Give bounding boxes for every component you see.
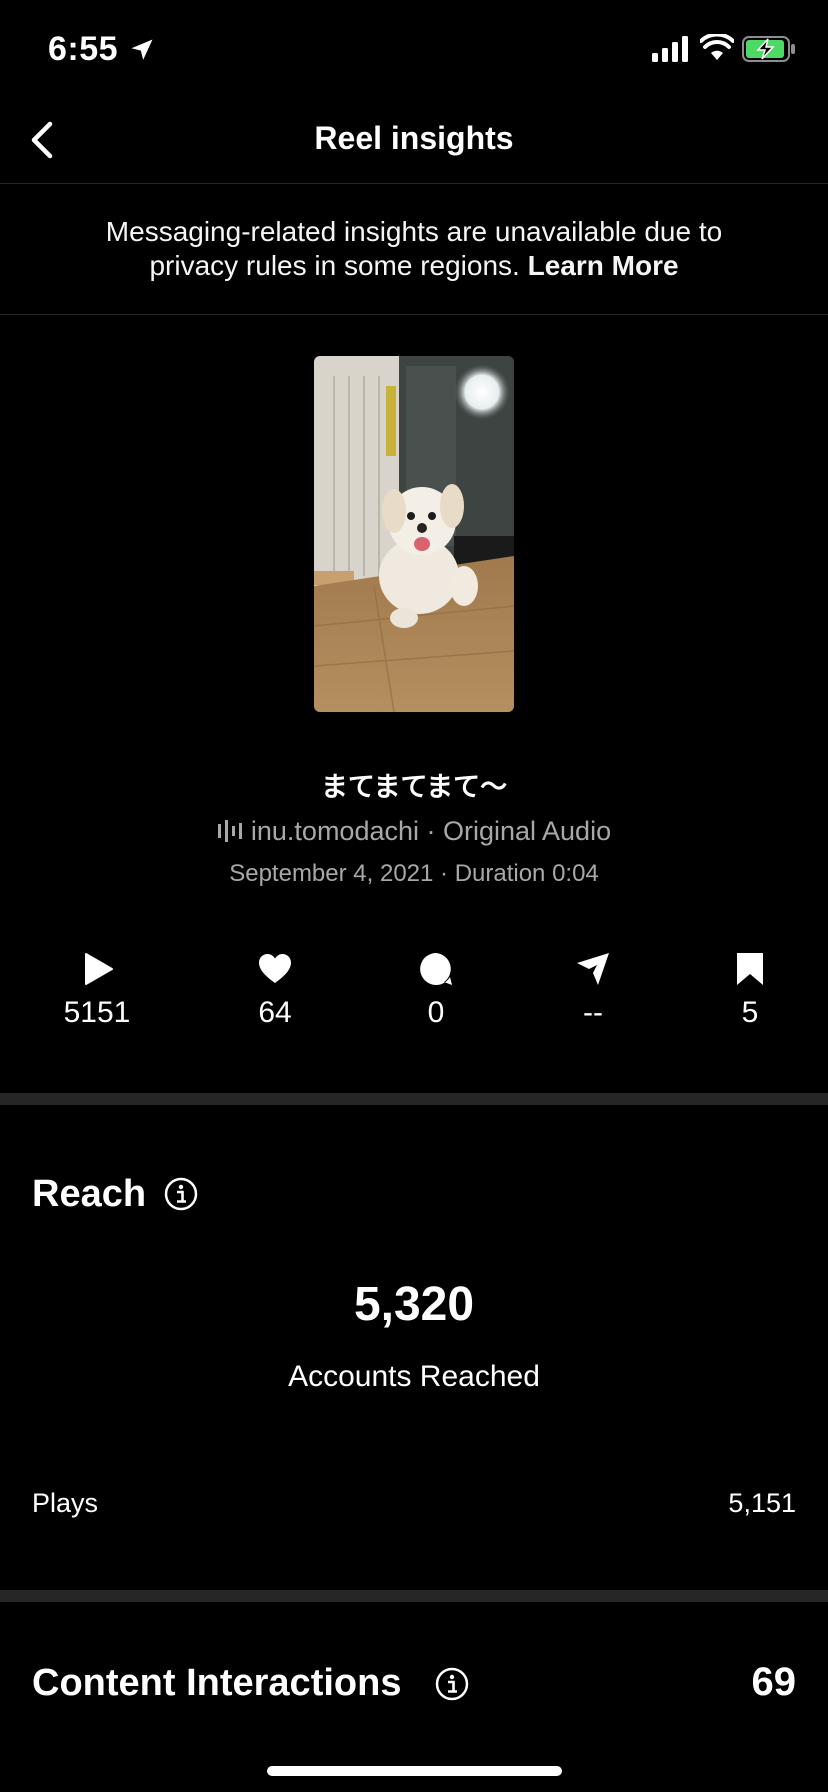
plays-value: 5,151	[728, 1488, 796, 1518]
stat-comments: 0	[376, 952, 496, 1030]
saves-count: 5	[741, 996, 759, 1029]
location-arrow-icon	[131, 39, 153, 60]
nav-header: Reel insights	[0, 100, 828, 184]
reel-thumbnail[interactable]	[314, 356, 514, 712]
accounts-reached-label: Accounts Reached	[288, 1360, 540, 1393]
content-interactions-info-icon[interactable]	[435, 1667, 469, 1701]
content-interactions-title: Content Interactions	[32, 1662, 402, 1704]
bookmark-icon	[737, 953, 763, 985]
plays-label: Plays	[32, 1488, 99, 1518]
stat-plays: 5151	[37, 952, 157, 1030]
accounts-reached-value: 5,320	[353, 1278, 475, 1331]
play-icon	[85, 953, 113, 985]
content-interactions-value: 69	[751, 1660, 797, 1704]
reach-info-icon[interactable]	[164, 1177, 198, 1211]
status-bar: 6:55	[0, 0, 828, 100]
audio-attribution[interactable]: inu.tomodachi · Original Audio	[0, 816, 828, 847]
reel-date-duration: September 4, 2021 · Duration 0:04	[229, 860, 599, 887]
stat-likes: 64	[215, 952, 335, 1030]
wifi-icon	[700, 34, 734, 60]
cellular-signal-icon	[652, 36, 688, 62]
comment-icon	[420, 953, 452, 985]
battery-charging-icon	[742, 36, 795, 62]
reach-title: Reach	[32, 1173, 147, 1215]
stat-saves: 5	[690, 952, 810, 1030]
page-title: Reel insights	[314, 120, 514, 156]
stat-shares: --	[533, 952, 653, 1030]
section-divider	[0, 1093, 828, 1105]
comments-count: 0	[427, 996, 445, 1029]
audio-waveform-icon	[217, 820, 242, 842]
heart-icon	[259, 954, 291, 983]
reel-caption: まてまてまて〜	[320, 772, 508, 802]
plays-count: 5151	[63, 996, 131, 1029]
share-send-icon	[577, 953, 609, 985]
learn-more-link[interactable]: Learn More	[528, 250, 679, 281]
section-divider	[0, 1590, 828, 1602]
likes-count: 64	[258, 996, 292, 1029]
status-time: 6:55	[48, 30, 119, 68]
privacy-notice: Messaging-related insights are unavailab…	[0, 185, 828, 315]
audio-text: inu.tomodachi · Original Audio	[250, 816, 612, 846]
shares-count: --	[583, 996, 603, 1029]
home-indicator[interactable]	[267, 1766, 562, 1776]
